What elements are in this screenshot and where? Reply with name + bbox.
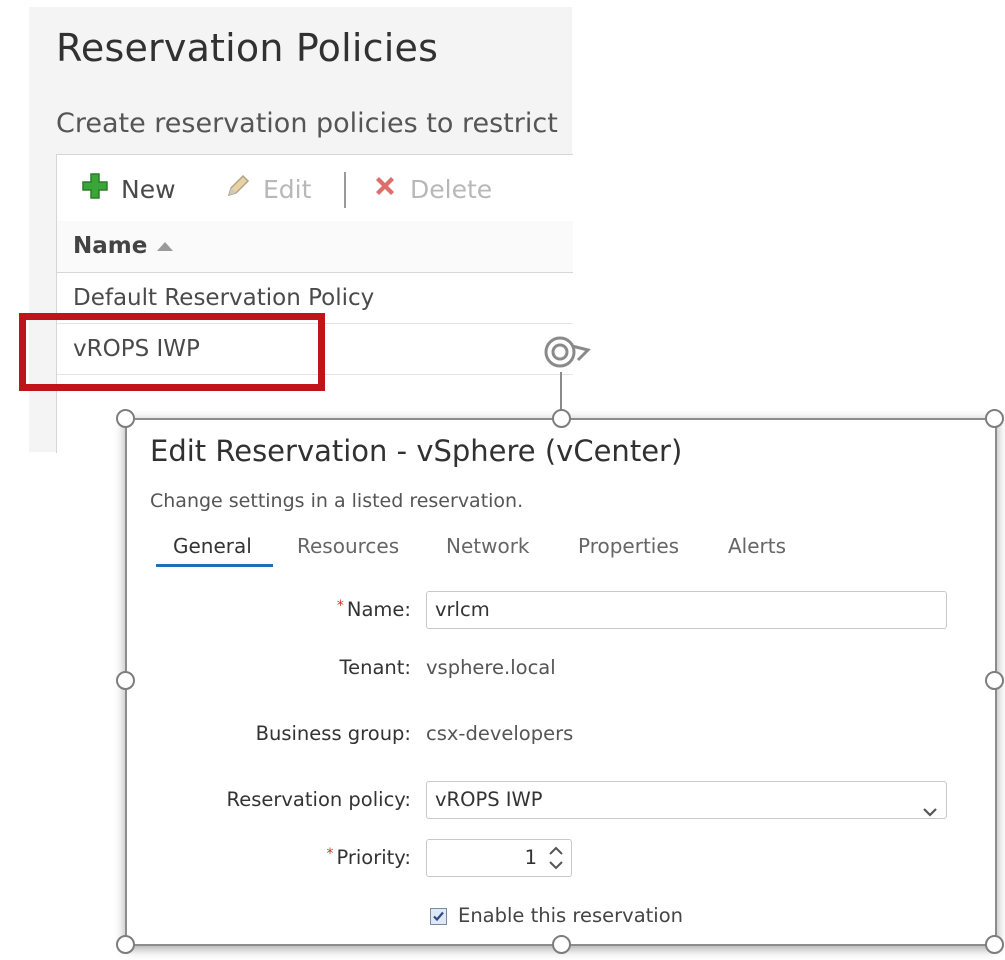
name-label: * Name: <box>336 598 411 621</box>
policies-grid: New Edit Delete Name Default Reservation… <box>56 154 573 453</box>
edit-reservation-dialog: Edit Reservation - vSphere (vCenter) Cha… <box>125 418 997 946</box>
business-group-label: Business group: <box>255 722 411 745</box>
page-description: Create reservation policies to restrict <box>56 108 558 139</box>
business-group-value: csx-developers <box>426 722 574 745</box>
highlight-box <box>19 313 325 391</box>
sort-ascending-icon <box>157 241 174 251</box>
reservation-policy-label: Reservation policy: <box>226 788 411 811</box>
name-input[interactable]: vrlcm <box>426 591 947 629</box>
edit-label: Edit <box>263 174 312 204</box>
pencil-icon <box>225 173 251 205</box>
grid-toolbar: New Edit Delete <box>57 155 573 222</box>
delete-label: Delete <box>410 174 493 204</box>
row-name: Default Reservation Policy <box>73 285 375 311</box>
resize-handle-top-right[interactable] <box>985 409 1004 428</box>
required-asterisk: * <box>326 846 334 862</box>
toolbar-separator <box>344 172 346 208</box>
resize-handle-left[interactable] <box>116 671 135 690</box>
tenant-value: vsphere.local <box>426 656 556 679</box>
reservation-policy-value: vROPS IWP <box>435 788 543 811</box>
reservation-policy-select[interactable]: vROPS IWP <box>426 781 947 819</box>
priority-label: * Priority: <box>326 846 411 869</box>
column-header-name[interactable]: Name <box>57 221 573 273</box>
tenant-label: Tenant: <box>339 656 411 679</box>
resize-handle-bottom-right[interactable] <box>985 935 1004 954</box>
tab-alerts[interactable]: Alerts <box>728 534 786 558</box>
tab-resources[interactable]: Resources <box>297 534 399 558</box>
tab-general[interactable]: General <box>173 534 252 558</box>
dialog-subtitle: Change settings in a listed reservation. <box>150 490 524 512</box>
required-asterisk: * <box>336 598 344 614</box>
resize-handle-top-left[interactable] <box>116 409 135 428</box>
new-label: New <box>121 174 176 204</box>
delete-button[interactable]: Delete <box>372 173 492 205</box>
priority-value: 1 <box>524 846 537 869</box>
column-header-label: Name <box>73 233 148 259</box>
rotate-icon[interactable] <box>536 330 592 376</box>
resize-handle-right[interactable] <box>985 671 1004 690</box>
dialog-title: Edit Reservation - vSphere (vCenter) <box>150 434 683 468</box>
chevron-down-icon <box>922 794 938 830</box>
plus-icon <box>81 172 109 206</box>
enable-label: Enable this reservation <box>458 904 684 927</box>
active-tab-indicator <box>156 564 273 567</box>
tab-network[interactable]: Network <box>446 534 530 558</box>
enable-checkbox[interactable] <box>430 908 447 925</box>
delete-x-icon <box>372 173 398 205</box>
stepper-arrows-icon[interactable] <box>547 843 565 873</box>
priority-stepper[interactable]: 1 <box>426 839 572 877</box>
resize-handle-bottom[interactable] <box>552 935 571 954</box>
checkmark-icon <box>433 911 444 922</box>
resize-handle-bottom-left[interactable] <box>116 935 135 954</box>
tab-properties[interactable]: Properties <box>578 534 679 558</box>
resize-handle-top[interactable] <box>552 409 571 428</box>
new-button[interactable]: New <box>81 173 176 205</box>
edit-button[interactable]: Edit <box>225 173 311 205</box>
page-title: Reservation Policies <box>56 26 439 70</box>
